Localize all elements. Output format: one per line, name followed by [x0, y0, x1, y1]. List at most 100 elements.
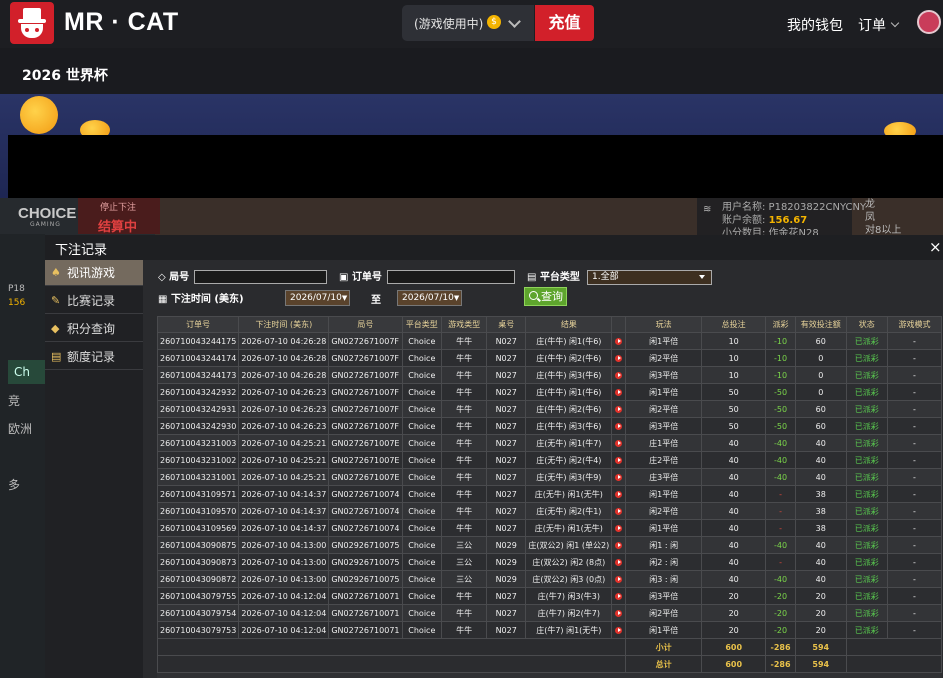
table-row[interactable]: 260710043090872 2026-07-10 04:13:00 GN0292…: [156, 570, 942, 588]
recharge-button[interactable]: 充值: [535, 5, 594, 41]
total-bet-cell: 20: [701, 621, 767, 639]
replay-icon[interactable]: [611, 570, 627, 588]
table-row[interactable]: 260710043244175 2026-07-10 04:26:28 GN0272…: [156, 332, 942, 350]
left-menu-item[interactable]: 竞: [8, 392, 20, 409]
date-from-input[interactable]: 2026/07/10▼: [285, 290, 350, 306]
table-row[interactable]: 260710043244174 2026-07-10 04:26:28 GN0272…: [156, 349, 942, 367]
play-video-icon[interactable]: [615, 558, 623, 566]
column-header: 平台类型: [401, 316, 443, 333]
sum-valid: 594: [794, 655, 847, 673]
play-video-icon[interactable]: [615, 371, 623, 379]
play-video-icon[interactable]: [615, 592, 623, 600]
records-table-wrap: 订单号 下注时间 (美东) 局号 平台类型 游戏类型 桌号 结果 玩法 总投注 派彩 有效投注额 状态…: [156, 316, 943, 678]
game-status-dropdown[interactable]: (游戏使用中) $: [402, 5, 534, 41]
play-video-icon[interactable]: [615, 626, 623, 634]
play-video-icon[interactable]: [615, 473, 623, 481]
play-video-icon[interactable]: [615, 490, 623, 498]
doc-icon: ▤: [51, 350, 62, 363]
play-video-icon[interactable]: [615, 541, 623, 549]
time-label: ▦ 下注时间 (美东): [158, 294, 244, 305]
search-button[interactable]: 查询: [524, 287, 567, 306]
play-video-icon[interactable]: [615, 354, 623, 362]
left-menu-item[interactable]: 多: [8, 476, 20, 493]
replay-icon[interactable]: [611, 587, 627, 605]
replay-icon[interactable]: [611, 417, 627, 435]
left-menu-active[interactable]: Ch: [8, 360, 45, 384]
replay-icon[interactable]: [611, 349, 627, 367]
replay-icon[interactable]: [611, 400, 627, 418]
play-video-icon[interactable]: [615, 337, 623, 345]
replay-icon[interactable]: [611, 383, 627, 401]
table-row[interactable]: 260710043242930 2026-07-10 04:26:23 GN0272…: [156, 417, 942, 435]
avatar[interactable]: [917, 10, 941, 34]
replay-icon[interactable]: [611, 451, 627, 469]
replay-icon[interactable]: [611, 366, 627, 384]
table-row[interactable]: 260710043109571 2026-07-10 04:14:37 GN0272…: [156, 485, 942, 503]
play-video-icon[interactable]: [615, 422, 623, 430]
date-to-input[interactable]: 2026/07/10▼: [397, 290, 462, 306]
table-row[interactable]: 260710043242931 2026-07-10 04:26:23 GN0272…: [156, 400, 942, 418]
round-input[interactable]: [194, 270, 327, 284]
orders-menu[interactable]: 订单: [858, 15, 900, 35]
play-video-icon[interactable]: [615, 507, 623, 515]
table-row[interactable]: 260710043231002 2026-07-10 04:25:21 GN0272…: [156, 451, 942, 469]
valid-bet-cell: 40: [794, 451, 847, 469]
table-no-cell: N027: [486, 519, 527, 537]
table-row[interactable]: 260710043090873 2026-07-10 04:13:00 GN0292…: [156, 553, 942, 571]
nav-credit-records[interactable]: ▤ 额度记录: [45, 344, 143, 370]
game-type-cell: 牛牛: [441, 383, 488, 401]
replay-icon[interactable]: [611, 604, 627, 622]
replay-icon[interactable]: [611, 536, 627, 554]
play-video-icon[interactable]: [615, 609, 623, 617]
table-row[interactable]: 260710043244173 2026-07-10 04:26:28 GN0272…: [156, 366, 942, 384]
left-partial-1: P18: [8, 284, 25, 294]
play-video-icon[interactable]: [615, 388, 623, 396]
replay-icon[interactable]: [611, 332, 627, 350]
nav-points-query[interactable]: ◆ 积分查询: [45, 316, 143, 342]
logo-icon[interactable]: [10, 2, 54, 44]
table-row[interactable]: 260710043079753 2026-07-10 04:12:04 GN0272…: [156, 621, 942, 639]
replay-icon[interactable]: [611, 502, 627, 520]
table-row[interactable]: 260710043242932 2026-07-10 04:26:23 GN0272…: [156, 383, 942, 401]
worldcup-link[interactable]: 2026 世界杯: [22, 65, 108, 85]
play-video-icon[interactable]: [615, 405, 623, 413]
valid-bet-cell: 20: [794, 621, 847, 639]
brand-name[interactable]: MR · CAT: [64, 8, 179, 37]
table-row[interactable]: 260710043231001 2026-07-10 04:25:21 GN0272…: [156, 468, 942, 486]
game-mode-cell: -: [887, 366, 942, 384]
play-video-icon[interactable]: [615, 575, 623, 583]
table-row[interactable]: 260710043231003 2026-07-10 04:25:21 GN0272…: [156, 434, 942, 452]
sum-valid: 594: [794, 638, 847, 656]
table-row[interactable]: 260710043109570 2026-07-10 04:14:37 GN0272…: [156, 502, 942, 520]
play-method-cell: 闲1 : 闲: [625, 536, 703, 554]
column-header: 下注时间 (美东): [238, 316, 330, 333]
table-row[interactable]: 260710043079755 2026-07-10 04:12:04 GN0272…: [156, 587, 942, 605]
play-video-icon[interactable]: [615, 439, 623, 447]
table-row[interactable]: 260710043079754 2026-07-10 04:12:04 GN0272…: [156, 604, 942, 622]
replay-icon[interactable]: [611, 434, 627, 452]
replay-icon[interactable]: [611, 485, 627, 503]
wallet-link[interactable]: 我的钱包: [787, 15, 843, 35]
close-icon[interactable]: ×: [929, 238, 942, 256]
replay-icon[interactable]: [611, 519, 627, 537]
bet-time-cell: 2026-07-10 04:25:21: [238, 451, 330, 469]
sum-payout: -286: [765, 638, 796, 656]
nav-live-games[interactable]: ♠ 视讯游戏: [45, 260, 143, 286]
table-row[interactable]: 260710043090875 2026-07-10 04:13:00 GN0292…: [156, 536, 942, 554]
platform-select[interactable]: 1.全部: [587, 270, 712, 285]
order-id-cell: 260710043090875: [156, 536, 240, 554]
valid-bet-cell: 60: [794, 332, 847, 350]
result-cell: 庄(无牛) 闲2(牛1): [525, 502, 613, 520]
table-row[interactable]: 260710043109569 2026-07-10 04:14:37 GN0272…: [156, 519, 942, 537]
game-type-cell: 三公: [441, 536, 488, 554]
left-menu-item[interactable]: 欧洲: [8, 420, 32, 437]
nav-match-records[interactable]: ✎ 比赛记录: [45, 288, 143, 314]
order-input[interactable]: [387, 270, 515, 284]
play-video-icon[interactable]: [615, 524, 623, 532]
replay-icon[interactable]: [611, 553, 627, 571]
replay-icon[interactable]: [611, 468, 627, 486]
replay-icon[interactable]: [611, 621, 627, 639]
play-video-icon[interactable]: [615, 456, 623, 464]
table-no-cell: N027: [486, 434, 527, 452]
round-id-cell: GN027267100​7F: [328, 349, 403, 367]
